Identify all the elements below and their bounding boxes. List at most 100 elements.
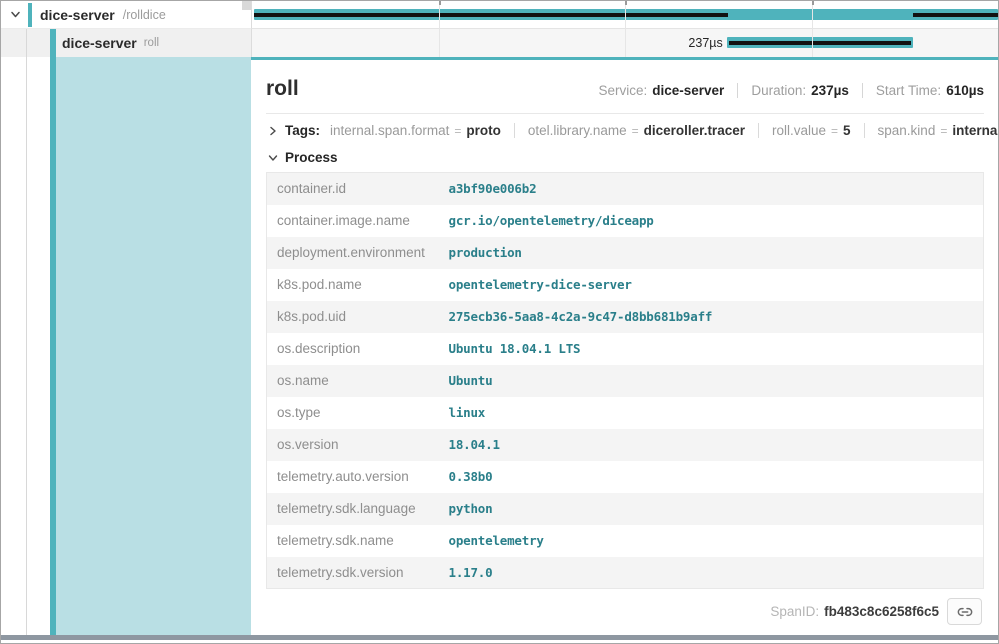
span-duration-label: 237µs: [688, 36, 722, 50]
tree-indent-guide: [26, 57, 27, 635]
stat-label: Start Time:: [876, 83, 941, 98]
process-value: 275ecb36-5aa8-4c2a-9c47-d8bb681b9aff: [439, 301, 984, 333]
process-key: telemetry.sdk.language: [267, 493, 439, 525]
stat-item: Duration: 237µs: [737, 83, 849, 98]
stat-value: dice-server: [652, 83, 724, 98]
stat-item: Service: dice-server: [598, 83, 724, 98]
process-value: production: [439, 237, 984, 269]
detail-highlight-fill: [56, 57, 251, 635]
tag-value: proto: [466, 123, 501, 138]
table-row: os.version 18.04.1: [267, 429, 984, 461]
process-value: python: [439, 493, 984, 525]
process-key: os.type: [267, 397, 439, 429]
process-heading[interactable]: Process: [285, 150, 338, 165]
tags-heading[interactable]: Tags:: [285, 123, 320, 138]
stat-label: Service:: [598, 83, 647, 98]
table-row: deployment.environment production: [267, 237, 984, 269]
process-value: 0.38b0: [439, 461, 984, 493]
span-rows: dice-server /rolldice 237µs dice-server …: [1, 1, 998, 57]
process-accordion[interactable]: Process: [266, 146, 984, 172]
jaeger-trace-detail-window: dice-server /rolldice 237µs dice-server …: [0, 0, 999, 644]
tag-item: span.kind = internal: [864, 123, 998, 138]
tag-list: internal.span.format = proto otel.librar…: [330, 123, 998, 138]
service-name: dice-server: [62, 35, 137, 51]
tag-key: span.kind: [878, 123, 936, 138]
service-name: dice-server: [40, 7, 115, 23]
table-row: telemetry.sdk.version 1.17.0: [267, 557, 984, 589]
timeline-cell-rolldice[interactable]: [251, 1, 998, 29]
process-key: container.id: [267, 173, 439, 205]
span-row-rolldice[interactable]: dice-server /rolldice: [1, 1, 998, 29]
process-key: container.image.name: [267, 205, 439, 237]
span-operation-title: roll: [266, 77, 299, 101]
spanid-label: SpanID:: [770, 604, 819, 619]
span-detail-panel: roll Service: dice-server Duration: 237µ…: [251, 57, 998, 635]
tag-value: diceroller.tracer: [644, 123, 745, 138]
span-bar-inner-line: [729, 41, 911, 45]
span-bar-self-time-right: [913, 13, 998, 17]
process-key: k8s.pod.uid: [267, 301, 439, 333]
process-key: os.version: [267, 429, 439, 461]
chevron-down-icon[interactable]: [268, 153, 278, 163]
span-row-roll[interactable]: 237µs dice-server roll: [1, 29, 998, 57]
process-value: gcr.io/opentelemetry/diceapp: [439, 205, 984, 237]
link-icon: [957, 604, 973, 620]
process-key-value-table: container.id a3bf90e006b2 container.imag…: [266, 172, 984, 589]
process-value: Ubuntu 18.04.1 LTS: [439, 333, 984, 365]
table-row: telemetry.sdk.language python: [267, 493, 984, 525]
process-value: opentelemetry: [439, 525, 984, 557]
span-name-cell-roll[interactable]: dice-server roll: [1, 29, 251, 57]
tag-equals: =: [940, 124, 947, 138]
span-stats: Service: dice-server Duration: 237µs Sta…: [598, 83, 984, 98]
tag-key: roll.value: [772, 123, 826, 138]
span-bar-rolldice[interactable]: [254, 9, 998, 20]
span-bar-roll[interactable]: [727, 37, 913, 48]
column-resizer-grip[interactable]: [242, 1, 251, 10]
service-color-bar: [50, 29, 56, 57]
detail-footer: SpanID: fb483c8c6258f6c5: [266, 589, 984, 625]
tag-item: otel.library.name = diceroller.tracer: [514, 123, 745, 138]
table-row: os.name Ubuntu: [267, 365, 984, 397]
process-value: a3bf90e006b2: [439, 173, 984, 205]
stat-value: 237µs: [811, 83, 849, 98]
process-value: Ubuntu: [439, 365, 984, 397]
process-key: os.name: [267, 365, 439, 397]
spanid-value: fb483c8c6258f6c5: [824, 604, 939, 619]
chevron-right-icon[interactable]: [268, 126, 278, 136]
table-row: k8s.pod.uid 275ecb36-5aa8-4c2a-9c47-d8bb…: [267, 301, 984, 333]
table-row: telemetry.sdk.name opentelemetry: [267, 525, 984, 557]
process-table-body: container.id a3bf90e006b2 container.imag…: [267, 173, 984, 589]
tag-equals: =: [454, 124, 461, 138]
stat-item: Start Time: 610µs: [862, 83, 984, 98]
tag-value: internal: [952, 123, 998, 138]
tag-equals: =: [831, 124, 838, 138]
span-name-cell-rolldice[interactable]: dice-server /rolldice: [1, 1, 251, 29]
table-row: k8s.pod.name opentelemetry-dice-server: [267, 269, 984, 301]
chevron-down-icon[interactable]: [10, 9, 21, 20]
detail-header: roll Service: dice-server Duration: 237µ…: [266, 72, 984, 101]
tag-item: roll.value = 5: [758, 123, 851, 138]
process-key: deployment.environment: [267, 237, 439, 269]
span-bar-self-time-left: [254, 13, 728, 17]
process-key: os.description: [267, 333, 439, 365]
service-color-bar: [28, 3, 32, 27]
stat-label: Duration:: [751, 83, 806, 98]
process-key: telemetry.auto.version: [267, 461, 439, 493]
tree-indent-guide: [26, 29, 27, 57]
table-row: os.type linux: [267, 397, 984, 429]
stat-value: 610µs: [946, 83, 984, 98]
process-value: 1.17.0: [439, 557, 984, 589]
operation-name: roll: [144, 37, 159, 49]
table-row: container.id a3bf90e006b2: [267, 173, 984, 205]
process-value: opentelemetry-dice-server: [439, 269, 984, 301]
deep-link-button[interactable]: [947, 598, 982, 625]
detail-row-gutter: [1, 57, 251, 635]
table-row: telemetry.auto.version 0.38b0: [267, 461, 984, 493]
process-key: telemetry.sdk.name: [267, 525, 439, 557]
process-value: linux: [439, 397, 984, 429]
tags-accordion[interactable]: Tags: internal.span.format = proto otel.…: [266, 114, 984, 146]
timeline-cell-roll[interactable]: 237µs: [251, 29, 998, 57]
process-key: k8s.pod.name: [267, 269, 439, 301]
tag-value: 5: [843, 123, 851, 138]
tag-equals: =: [632, 124, 639, 138]
